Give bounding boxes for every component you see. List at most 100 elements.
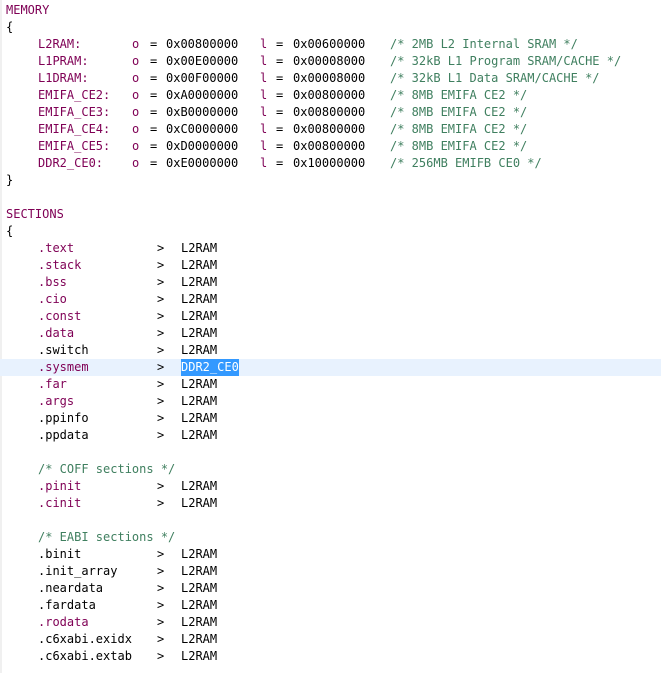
- memory-region-name: L1DRAM:: [38, 71, 89, 85]
- mapping-arrow: >: [157, 258, 165, 272]
- code-line[interactable]: {: [0, 223, 661, 240]
- section-line[interactable]: .const > L2RAM: [0, 308, 661, 325]
- memory-entry-line[interactable]: L1PRAM: o = 0x00E00000 l = 0x00008000 /* 32kB L…: [0, 53, 661, 70]
- length-value: 0x00800000: [293, 105, 366, 119]
- length-keyword: l: [260, 71, 268, 85]
- section-name: .sysmem: [38, 360, 89, 374]
- length-value: 0x00800000: [293, 122, 366, 136]
- section-name: .pinit: [38, 479, 82, 493]
- section-line[interactable]: .data > L2RAM: [0, 325, 661, 342]
- section-name: .bss: [38, 275, 67, 289]
- section-name: .init_array: [38, 564, 118, 578]
- section-name: .ppinfo: [38, 411, 89, 425]
- section-line[interactable]: .far > L2RAM: [0, 376, 661, 393]
- section-line[interactable]: .cio > L2RAM: [0, 291, 661, 308]
- section-line[interactable]: .ppinfo > L2RAM: [0, 410, 661, 427]
- region-comment: /* 8MB EMIFA CE2 */: [390, 139, 528, 153]
- section-line[interactable]: .init_array > L2RAM: [0, 563, 661, 580]
- section-target: L2RAM: [181, 343, 218, 357]
- length-value: 0x00600000: [293, 37, 366, 51]
- section-line[interactable]: .c6xabi.exidx > L2RAM: [0, 631, 661, 648]
- section-line[interactable]: .switch > L2RAM: [0, 342, 661, 359]
- section-name: .binit: [38, 547, 82, 561]
- mapping-arrow: >: [157, 479, 165, 493]
- section-target: L2RAM: [181, 496, 218, 510]
- section-line[interactable]: .cinit > L2RAM: [0, 495, 661, 512]
- section-line[interactable]: .neardata > L2RAM: [0, 580, 661, 597]
- code-line[interactable]: MEMORY: [0, 2, 661, 19]
- section-line[interactable]: .fardata > L2RAM: [0, 597, 661, 614]
- section-line[interactable]: .stack > L2RAM: [0, 257, 661, 274]
- section-name: .c6xabi.extab: [38, 649, 132, 663]
- equals-sign: =: [150, 88, 158, 102]
- section-line[interactable]: .ppdata > L2RAM: [0, 427, 661, 444]
- mapping-arrow: >: [157, 615, 165, 629]
- code-line[interactable]: SECTIONS: [0, 206, 661, 223]
- code-line[interactable]: }: [0, 172, 661, 189]
- section-line[interactable]: .bss > L2RAM: [0, 274, 661, 291]
- length-value: 0x00800000: [293, 139, 366, 153]
- code-line[interactable]: /* EABI sections */: [0, 529, 661, 546]
- memory-keyword: MEMORY: [6, 3, 50, 17]
- code-editor[interactable]: MEMORY { L2RAM: o = 0x00800000 l = 0x00600000 /…: [0, 0, 661, 673]
- section-line[interactable]: .args > L2RAM: [0, 393, 661, 410]
- memory-region-name: EMIFA_CE3:: [38, 105, 111, 119]
- mapping-arrow: >: [157, 581, 165, 595]
- memory-entry-line[interactable]: L2RAM: o = 0x00800000 l = 0x00600000 /* 2MB L2 …: [0, 36, 661, 53]
- section-target: L2RAM: [181, 326, 218, 340]
- origin-keyword: o: [132, 37, 140, 51]
- equals-sign: =: [276, 71, 284, 85]
- section-line[interactable]: .binit > L2RAM: [0, 546, 661, 563]
- code-line[interactable]: {: [0, 19, 661, 36]
- length-value: 0x00008000: [293, 54, 366, 68]
- memory-entry-line[interactable]: EMIFA_CE5: o = 0xD0000000 l = 0x00800000 /* 8MB…: [0, 138, 661, 155]
- section-line[interactable]: .pinit > L2RAM: [0, 478, 661, 495]
- section-name: .const: [38, 309, 82, 323]
- open-brace: {: [6, 224, 14, 238]
- origin-keyword: o: [132, 71, 140, 85]
- region-comment: /* 8MB EMIFA CE2 */: [390, 105, 528, 119]
- mapping-arrow: >: [157, 292, 165, 306]
- section-line[interactable]: .rodata > L2RAM: [0, 614, 661, 631]
- open-brace: {: [6, 20, 14, 34]
- section-line[interactable]: .c6xabi.extab > L2RAM: [0, 648, 661, 665]
- mapping-arrow: >: [157, 547, 165, 561]
- section-target: L2RAM: [181, 275, 218, 289]
- section-target: L2RAM: [181, 547, 218, 561]
- memory-region-name: L2RAM:: [38, 37, 82, 51]
- section-name: .neardata: [38, 581, 104, 595]
- code-line[interactable]: /* COFF sections */: [0, 461, 661, 478]
- memory-entry-line[interactable]: EMIFA_CE2: o = 0xA0000000 l = 0x00800000 /* 8MB…: [0, 87, 661, 104]
- length-keyword: l: [260, 37, 268, 51]
- memory-entry-line[interactable]: EMIFA_CE3: o = 0xB0000000 l = 0x00800000 /* 8MB…: [0, 104, 661, 121]
- origin-keyword: o: [132, 105, 140, 119]
- length-value: 0x00800000: [293, 88, 366, 102]
- coff-comment: /* COFF sections */: [38, 462, 176, 476]
- memory-region-name: EMIFA_CE4:: [38, 122, 111, 136]
- section-line[interactable]: .text > L2RAM: [0, 240, 661, 257]
- section-name: .cinit: [38, 496, 82, 510]
- region-comment: /* 256MB EMIFB CE0 */: [390, 156, 542, 170]
- memory-region-name: DDR2_CE0:: [38, 156, 104, 170]
- mapping-arrow: >: [157, 428, 165, 442]
- mapping-arrow: >: [157, 377, 165, 391]
- section-name: .far: [38, 377, 67, 391]
- equals-sign: =: [276, 37, 284, 51]
- section-name: .stack: [38, 258, 82, 272]
- length-keyword: l: [260, 54, 268, 68]
- equals-sign: =: [276, 54, 284, 68]
- mapping-arrow: >: [157, 394, 165, 408]
- origin-keyword: o: [132, 122, 140, 136]
- equals-sign: =: [150, 122, 158, 136]
- memory-entry-line[interactable]: L1DRAM: o = 0x00F00000 l = 0x00008000 /* 32kB L…: [0, 70, 661, 87]
- equals-sign: =: [150, 139, 158, 153]
- memory-entry-line[interactable]: DDR2_CE0: o = 0xE0000000 l = 0x10000000 /* 256M…: [0, 155, 661, 172]
- section-target: L2RAM: [181, 309, 218, 323]
- equals-sign: =: [276, 156, 284, 170]
- equals-sign: =: [276, 88, 284, 102]
- region-comment: /* 8MB EMIFA CE2 */: [390, 122, 528, 136]
- memory-entry-line[interactable]: EMIFA_CE4: o = 0xC0000000 l = 0x00800000 /* 8MB…: [0, 121, 661, 138]
- equals-sign: =: [150, 156, 158, 170]
- section-target: L2RAM: [181, 564, 218, 578]
- section-line[interactable]: .sysmem > DDR2_CE0: [0, 359, 661, 376]
